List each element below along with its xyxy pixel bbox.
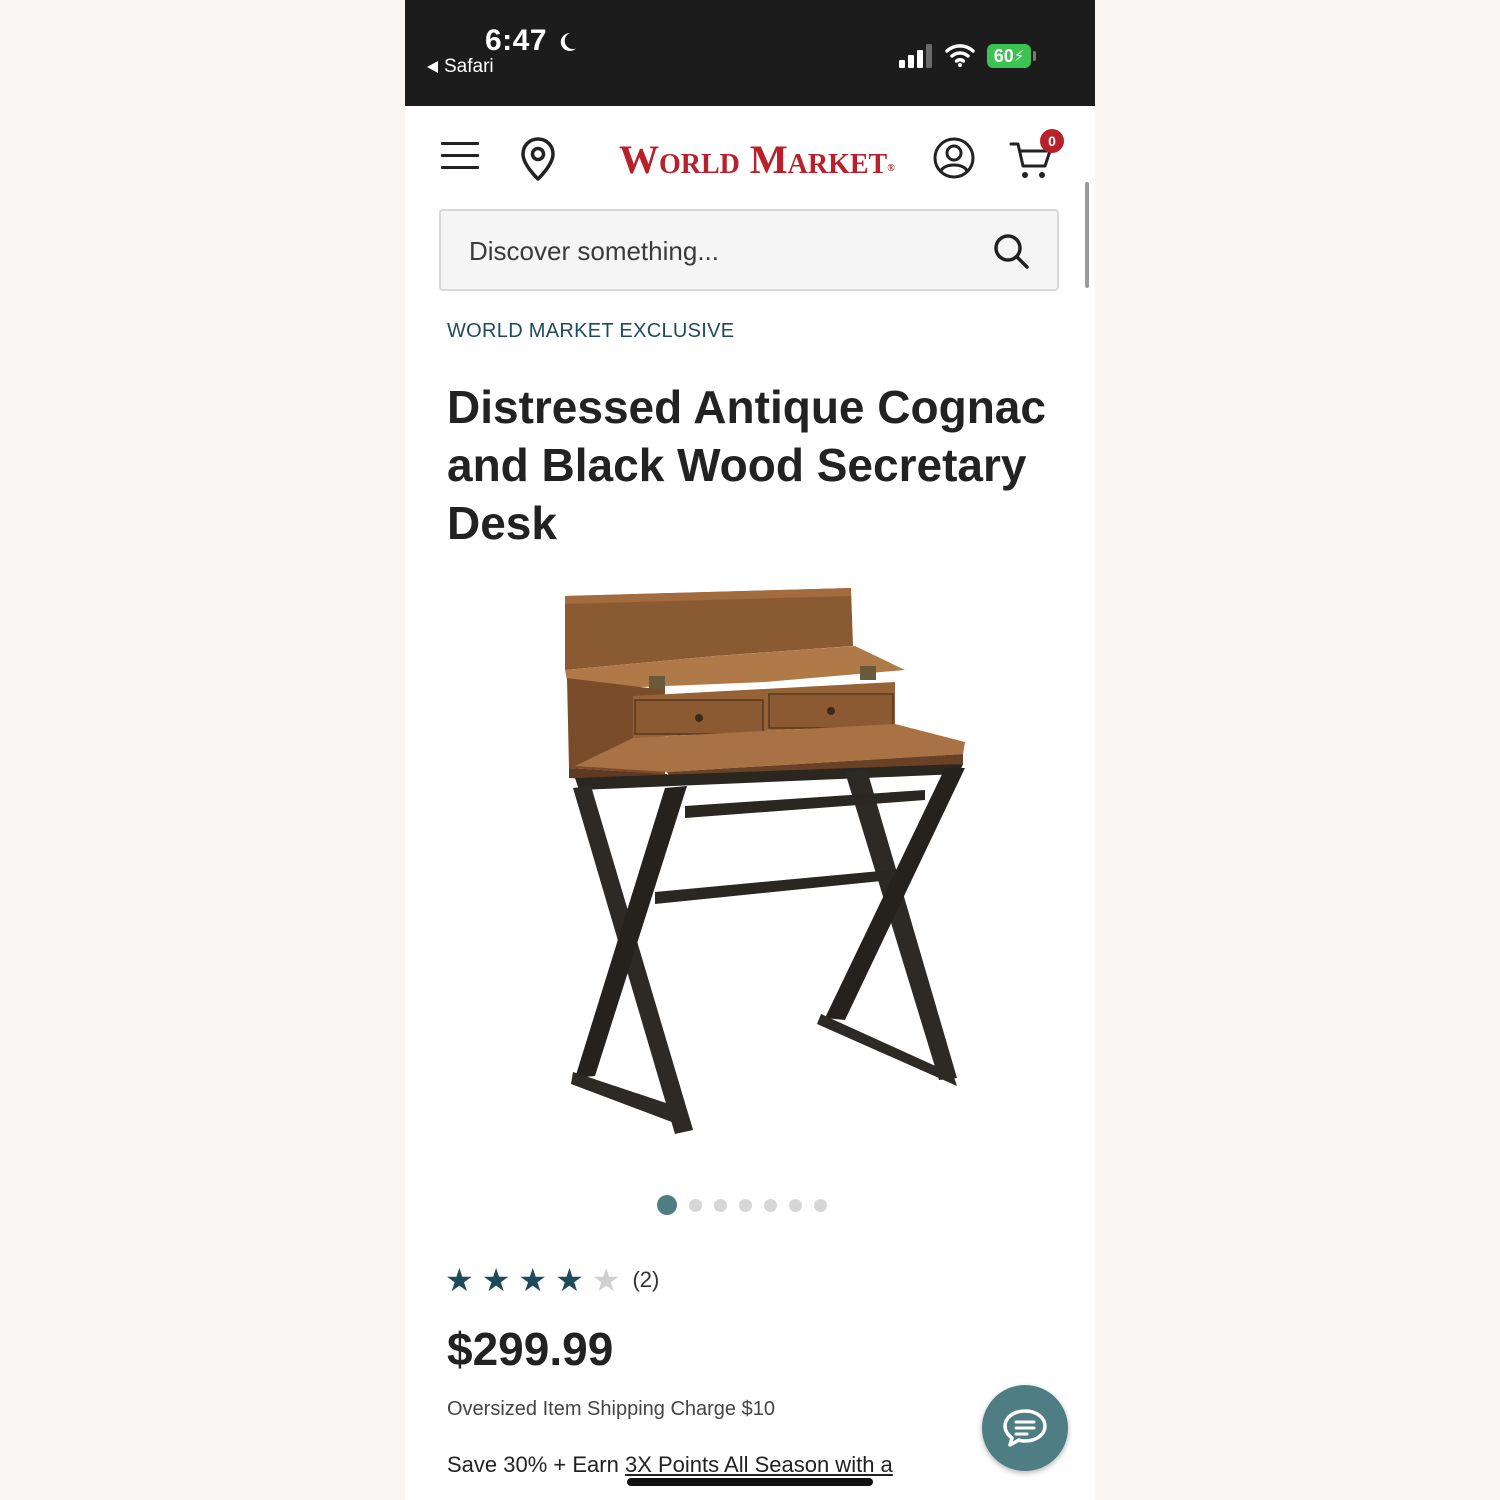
chat-button[interactable] <box>982 1385 1068 1471</box>
location-pin-icon[interactable] <box>518 136 558 182</box>
carousel-dot[interactable] <box>739 1198 752 1212</box>
battery-level: 60 <box>993 45 1014 66</box>
carousel-dot[interactable] <box>789 1198 802 1212</box>
moon-icon <box>560 32 576 51</box>
star-empty-icon: ★ <box>591 1262 621 1298</box>
world-market-logo[interactable]: World Market® <box>619 136 895 183</box>
product-rating[interactable]: ★ ★ ★ ★ ★ (2) <box>445 1262 659 1298</box>
carousel-dot[interactable] <box>689 1198 702 1212</box>
product-title: Distressed Antique Cognac and Black Wood… <box>447 381 1046 549</box>
charging-bolt-icon: ⚡ <box>1013 48 1025 65</box>
carousel-dot[interactable] <box>657 1195 677 1215</box>
chat-icon <box>1003 1409 1047 1447</box>
status-time: 6:47 <box>485 24 548 57</box>
star-filled-icon: ★ <box>445 1262 474 1298</box>
logo-text: World Market <box>619 137 888 182</box>
battery-tip <box>1033 51 1036 61</box>
promo-prefix: Save 30% + Earn <box>447 1452 625 1477</box>
phone-screen: 6:47 Safari 60 ⚡ World Market® 0 Discove… <box>405 0 1095 1500</box>
image-carousel-dots <box>657 1195 827 1215</box>
carousel-dot[interactable] <box>814 1198 827 1212</box>
search-icon[interactable] <box>991 231 1031 271</box>
cellular-signal-icon <box>899 44 932 68</box>
back-arrow-icon <box>427 61 438 73</box>
hamburger-icon-line <box>441 154 479 157</box>
account-icon[interactable] <box>932 136 976 180</box>
promo-link[interactable]: 3X Points All Season with a <box>625 1452 893 1477</box>
hamburger-icon-line <box>441 166 479 169</box>
battery-indicator: 60 ⚡ <box>987 44 1031 68</box>
star-filled-icon: ★ <box>518 1262 548 1298</box>
hamburger-icon-line <box>441 142 479 145</box>
scrollbar[interactable] <box>1085 182 1089 288</box>
cart-count-badge: 0 <box>1040 129 1064 153</box>
search-input[interactable] <box>469 231 969 271</box>
status-bar: 6:47 Safari 60 ⚡ <box>405 0 1095 106</box>
exclusive-badge: WORLD MARKET EXCLUSIVE <box>447 320 735 342</box>
product-image[interactable] <box>555 578 995 1158</box>
review-count[interactable]: (2) <box>632 1267 659 1293</box>
menu-button[interactable] <box>441 142 479 172</box>
home-indicator[interactable] <box>627 1478 873 1486</box>
star-filled-icon: ★ <box>555 1262 584 1298</box>
site-header: World Market® 0 <box>405 106 1095 206</box>
back-app-label: Safari <box>444 56 494 77</box>
star-filled-icon: ★ <box>481 1262 511 1298</box>
logo-registered-mark: ® <box>887 163 895 174</box>
carousel-dot[interactable] <box>714 1198 727 1212</box>
search-bar <box>439 209 1059 291</box>
wifi-icon <box>945 44 975 67</box>
shipping-note: Oversized Item Shipping Charge $10 <box>447 1398 775 1420</box>
product-price: $299.99 <box>447 1323 614 1375</box>
carousel-dot[interactable] <box>764 1198 777 1212</box>
back-to-safari[interactable]: Safari <box>427 56 494 78</box>
promo-text: Save 30% + Earn 3X Points All Season wit… <box>447 1452 893 1478</box>
